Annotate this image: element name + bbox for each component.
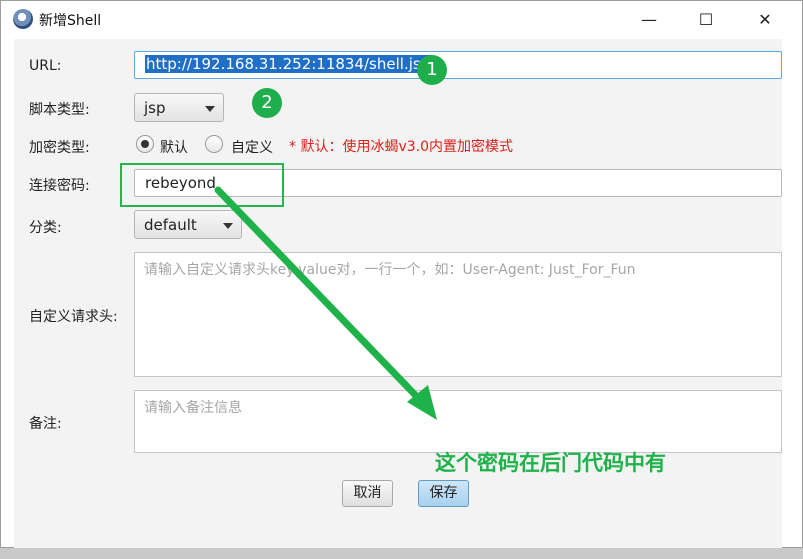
annotation-arrow bbox=[214, 186, 437, 420]
annotation-note: 这个密码在后门代码中有 bbox=[435, 451, 666, 475]
